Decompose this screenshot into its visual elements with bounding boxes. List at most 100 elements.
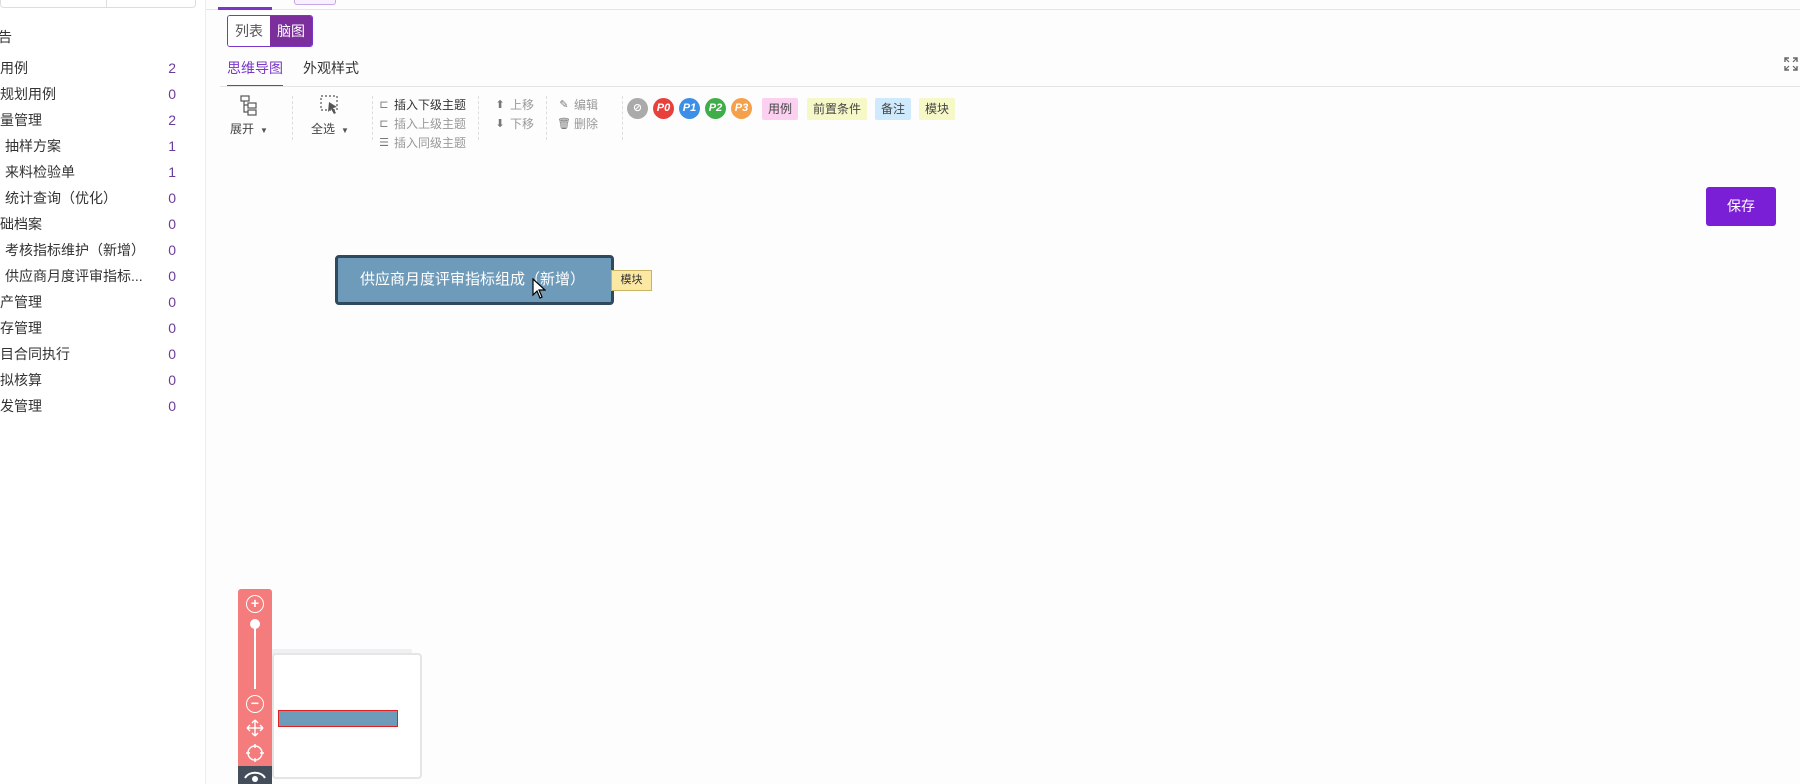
tree-item-label: 存管理: [0, 320, 42, 336]
list-view-button[interactable]: 列表: [228, 16, 270, 46]
tree-item-count: 1: [168, 138, 176, 154]
tree-item[interactable]: 来料检验单 1: [0, 160, 205, 186]
tree-item-label: 来料检验单: [5, 164, 75, 180]
priority-p1-button[interactable]: P1: [679, 98, 700, 119]
tree-item-label: 用例: [0, 60, 28, 76]
zoom-slider-knob[interactable]: [250, 619, 260, 629]
expand-tree-icon: [238, 94, 260, 116]
tree-item[interactable]: 拟核算 0: [0, 368, 205, 394]
tree-item[interactable]: 用例 2: [0, 56, 205, 82]
mindmap-root-node[interactable]: 供应商月度评审指标组成（新增） 模块: [335, 255, 652, 305]
select-all-label: 全选: [311, 122, 336, 136]
arrow-up-icon: ⬆: [495, 99, 505, 111]
priority-p0-button[interactable]: P0: [653, 98, 674, 119]
move-down-label: 下移: [510, 117, 535, 131]
tree-item[interactable]: 考核指标维护（新增） 0: [0, 238, 205, 264]
tag-module-button[interactable]: 模块: [919, 98, 956, 120]
priority-p3-button[interactable]: P3: [731, 98, 752, 119]
select-cursor-icon: [319, 94, 341, 116]
toolbar-separator: [478, 96, 479, 140]
expand-label: 展开: [230, 122, 255, 136]
zoom-in-icon[interactable]: +: [246, 595, 264, 613]
tree-item-label: 抽样方案: [5, 138, 61, 154]
tree-item[interactable]: 统计查询（优化） 0: [0, 186, 205, 212]
tree-item[interactable]: 础档案 0: [0, 212, 205, 238]
insert-sibling-button[interactable]: ☰ 插入同级主题: [376, 134, 466, 153]
edit-label: 编辑: [574, 98, 599, 112]
zoom-slider-track[interactable]: [254, 623, 256, 689]
move-up-button[interactable]: ⬆ 上移: [492, 96, 534, 115]
fullscreen-icon[interactable]: [1784, 57, 1798, 71]
tree-item[interactable]: 目合同执行 0: [0, 342, 205, 368]
tree-item[interactable]: 发管理 0: [0, 394, 205, 420]
arrow-down-icon: ⬇: [495, 118, 505, 130]
tree-item-count: 1: [168, 164, 176, 180]
node-module-tag: 模块: [611, 270, 652, 291]
select-all-button[interactable]: 全选 ▼: [311, 94, 349, 137]
move-up-label: 上移: [510, 98, 535, 112]
tree-item-count: 0: [168, 372, 176, 388]
tag-precondition-button[interactable]: 前置条件: [807, 98, 868, 120]
clear-priority-icon[interactable]: ⊘: [627, 98, 648, 119]
mindmap-view-button[interactable]: 脑图: [270, 16, 312, 46]
tabs-divider: [220, 86, 1800, 87]
sidebar-header: 告: [0, 27, 12, 47]
minimap-viewport[interactable]: [278, 710, 398, 727]
tree-item-label: 统计查询（优化）: [5, 190, 117, 206]
sidebar: 告 用例 2 规划用例 0 量管理 2 抽样方案 1 来料检验单 1 统计查询（优化） 0 …: [0, 0, 206, 784]
tree-item[interactable]: 抽样方案 1: [0, 134, 205, 160]
zoom-out-icon[interactable]: −: [246, 695, 264, 713]
tree-item[interactable]: 供应商月度评审指标... 0: [0, 264, 205, 290]
tree-item-count: 0: [168, 190, 176, 206]
tab-mindmap[interactable]: 思维导图: [227, 57, 283, 87]
mouse-cursor-icon: [532, 278, 546, 299]
insert-group: ⊏ 插入下级主题 ⊏ 插入上级主题 ☰ 插入同级主题: [376, 96, 466, 153]
tag-case-button[interactable]: 用例: [762, 98, 799, 120]
priority-p2-button[interactable]: P2: [705, 98, 726, 119]
tree-item[interactable]: 量管理 2: [0, 108, 205, 134]
view-toggle: 列表 脑图: [227, 15, 313, 47]
insert-child-icon: ⊏: [379, 99, 389, 111]
mindmap-toolbar: 展开 ▼ 全选 ▼ ⊏ 插入下级主题 ⊏ 插入上级主题 ☰ 插入同级主题 ⬆ 上移 ⬇ 下移 …: [206, 88, 1800, 150]
tree-item[interactable]: 产管理 0: [0, 290, 205, 316]
move-down-button[interactable]: ⬇ 下移: [492, 115, 534, 134]
active-tab-indicator[interactable]: [218, 7, 272, 10]
toolbar-separator: [622, 96, 623, 140]
sidebar-search-box[interactable]: [0, 0, 196, 8]
tree-item-count: 0: [168, 294, 176, 310]
tag-note-button[interactable]: 备注: [875, 98, 912, 120]
edit-group: ✎ 编辑 🗑 删除: [556, 96, 598, 134]
module-tree: 用例 2 规划用例 0 量管理 2 抽样方案 1 来料检验单 1 统计查询（优化） 0 础档…: [0, 56, 205, 420]
node-text: 供应商月度评审指标组成（新增）: [360, 271, 586, 288]
tab-button[interactable]: [294, 0, 336, 5]
caret-down-icon: ▼: [341, 126, 349, 135]
tree-item[interactable]: 存管理 0: [0, 316, 205, 342]
edit-button[interactable]: ✎ 编辑: [556, 96, 598, 115]
tree-item[interactable]: 规划用例 0: [0, 82, 205, 108]
locate-icon[interactable]: [246, 744, 264, 762]
delete-button[interactable]: 🗑 删除: [556, 115, 598, 134]
tree-item-count: 0: [168, 268, 176, 284]
tree-item-count: 0: [168, 86, 176, 102]
tree-item-label: 量管理: [0, 112, 42, 128]
tree-item-count: 2: [168, 60, 176, 76]
eye-icon[interactable]: [238, 766, 272, 784]
move-icon[interactable]: [246, 719, 264, 737]
insert-child-button[interactable]: ⊏ 插入下级主题: [376, 96, 466, 115]
tree-item-label: 供应商月度评审指标...: [5, 268, 143, 284]
minimap[interactable]: [272, 653, 422, 779]
insert-sibling-icon: ☰: [379, 137, 389, 149]
insert-parent-button[interactable]: ⊏ 插入上级主题: [376, 115, 466, 134]
tab-style[interactable]: 外观样式: [303, 57, 359, 87]
tree-item-label: 目合同执行: [0, 346, 70, 362]
toolbar-separator: [292, 96, 293, 140]
expand-button[interactable]: 展开 ▼: [230, 94, 268, 137]
toolbar-separator: [372, 96, 373, 140]
move-group: ⬆ 上移 ⬇ 下移: [492, 96, 534, 134]
toolbar-separator: [546, 96, 547, 140]
save-button[interactable]: 保存: [1706, 187, 1776, 226]
tree-item-label: 础档案: [0, 216, 42, 232]
divider: [106, 0, 107, 8]
tree-item-count: 0: [168, 242, 176, 258]
top-tab-strip: [206, 0, 1800, 10]
